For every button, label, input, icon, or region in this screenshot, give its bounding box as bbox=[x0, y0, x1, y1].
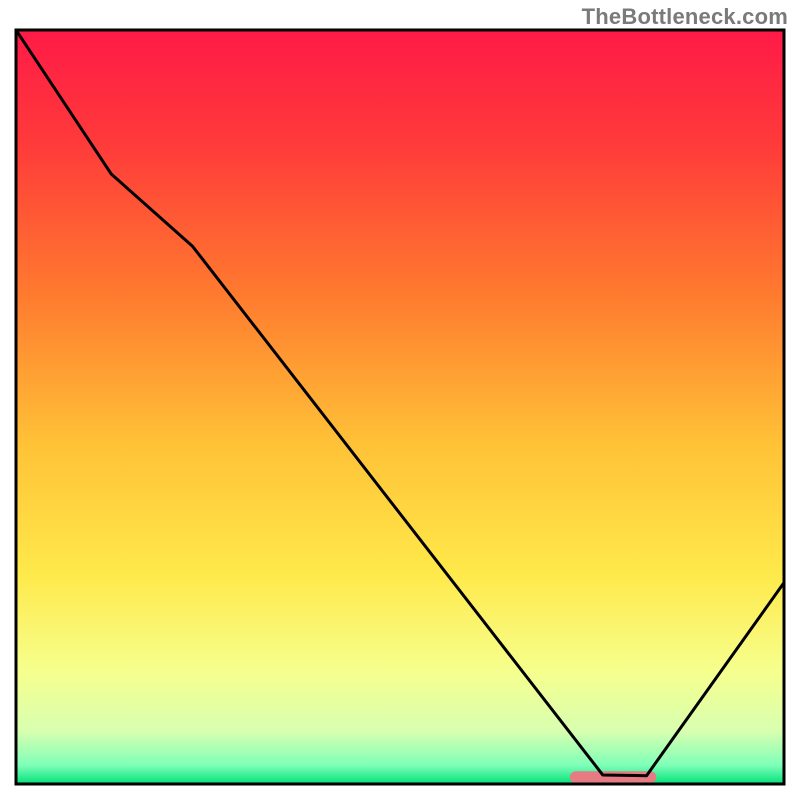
bottleneck-chart bbox=[0, 0, 800, 800]
spectral-gradient-background bbox=[16, 30, 784, 784]
chart-container: TheBottleneck.com bbox=[0, 0, 800, 800]
watermark-text: TheBottleneck.com bbox=[582, 4, 788, 30]
